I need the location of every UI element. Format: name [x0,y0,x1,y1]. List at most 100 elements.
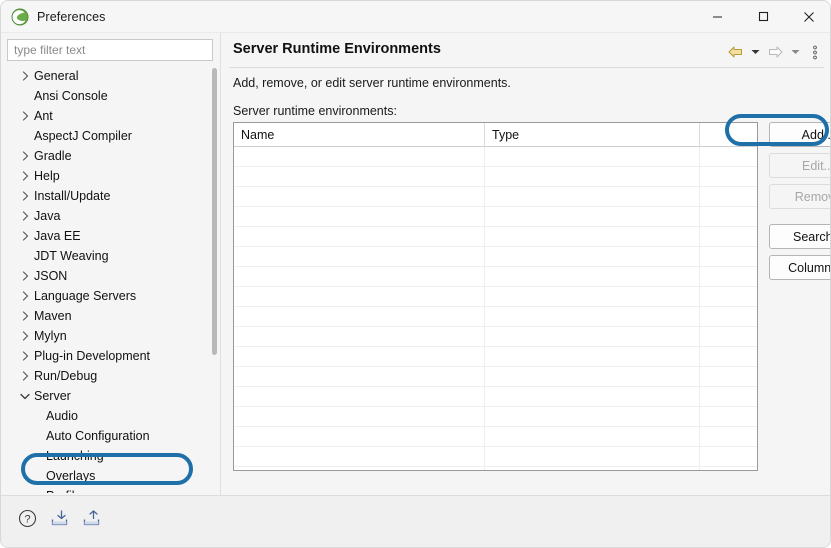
sidebar-item-java-ee[interactable]: Java EE [7,226,197,246]
window-title: Preferences [37,9,106,24]
main-panel: Server Runtime Environments Add, remove,… [221,33,830,495]
vertical-dots-icon[interactable] [804,41,826,63]
back-arrow-icon[interactable] [724,41,746,63]
columns-button[interactable]: Columns... [769,255,830,280]
svg-text:?: ? [24,513,30,525]
table-row[interactable] [234,347,757,367]
table-row[interactable] [234,387,757,407]
search-button[interactable]: Search... [769,224,830,249]
sidebar-item-general[interactable]: General [7,66,197,86]
sidebar-item-label: Launching [46,449,104,463]
table-row[interactable] [234,247,757,267]
column-header-name[interactable]: Name [234,123,484,146]
chevron-right-icon[interactable] [17,271,33,281]
remove-button: Remove [769,184,830,209]
sidebar-item-profilers[interactable]: Profilers [7,486,197,493]
table-row[interactable] [234,227,757,247]
sidebar-item-label: Ansi Console [34,89,108,103]
title-bar: Preferences [1,1,830,33]
chevron-right-icon[interactable] [17,311,33,321]
minimize-icon[interactable] [694,1,740,33]
sidebar-item-label: Plug-in Development [34,349,151,363]
table-row[interactable] [234,447,757,467]
forward-dropdown-chevron-down-icon [788,41,802,63]
sidebar-item-overlays[interactable]: Overlays [7,466,197,486]
chevron-right-icon[interactable] [17,71,33,81]
sidebar-item-label: Java EE [34,229,81,243]
sidebar-item-json[interactable]: JSON [7,266,197,286]
sidebar-item-label: Install/Update [34,189,111,203]
chevron-right-icon[interactable] [17,371,33,381]
preferences-tree[interactable]: General Ansi Console Ant AspectJ Compiler Gr… [7,66,213,493]
sidebar-item-ansi-console[interactable]: Ansi Console [7,86,197,106]
chevron-right-icon[interactable] [17,351,33,361]
sidebar-item-auto-configuration[interactable]: Auto Configuration [7,426,197,446]
chevron-down-icon[interactable] [17,393,33,400]
sidebar-item-label: Ant [34,109,53,123]
table-row[interactable] [234,207,757,227]
chevron-right-icon[interactable] [17,291,33,301]
sidebar-item-label: AspectJ Compiler [34,129,132,143]
filter-input[interactable] [7,39,213,61]
sidebar-item-label: Run/Debug [34,369,98,383]
sidebar-item-label: Gradle [34,149,72,163]
runtime-environments-table[interactable]: Name Type [233,122,758,471]
maximize-icon[interactable] [740,1,786,33]
sidebar-item-run-debug[interactable]: Run/Debug [7,366,197,386]
edit-button: Edit... [769,153,830,178]
help-question-icon[interactable]: ? [15,506,39,530]
sidebar-item-install-update[interactable]: Install/Update [7,186,197,206]
export-icon[interactable] [79,506,103,530]
table-row[interactable] [234,187,757,207]
table-row[interactable] [234,147,757,167]
table-row[interactable] [234,267,757,287]
sidebar-item-launching[interactable]: Launching [7,446,197,466]
chevron-right-icon[interactable] [17,111,33,121]
page-description: Add, remove, or edit server runtime envi… [233,76,511,90]
sidebar-item-help[interactable]: Help [7,166,197,186]
sidebar-item-maven[interactable]: Maven [7,306,197,326]
sidebar-item-mylyn[interactable]: Mylyn [7,326,197,346]
sidebar-item-label: Profilers [45,489,92,493]
back-dropdown-chevron-down-icon[interactable] [748,41,762,63]
chevron-right-icon[interactable] [17,231,33,241]
chevron-right-icon[interactable] [17,151,33,161]
table-row[interactable] [234,287,757,307]
sidebar-item-plug-in-development[interactable]: Plug-in Development [7,346,197,366]
footer-bar: ? Apply and Close Cancel [1,496,830,547]
column-header-extra[interactable] [699,123,757,146]
sidebar-item-ant[interactable]: Ant [7,106,197,126]
tree-scrollbar-thumb[interactable] [212,68,217,355]
title-divider [229,67,824,68]
sidebar-item-language-servers[interactable]: Language Servers [7,286,197,306]
table-header-row: Name Type [234,123,757,147]
sidebar-item-java[interactable]: Java [7,206,197,226]
window-controls [694,1,830,33]
table-row[interactable] [234,407,757,427]
chevron-right-icon[interactable] [17,331,33,341]
sidebar-item-label: Help [34,169,60,183]
close-icon[interactable] [786,1,830,33]
column-header-type[interactable]: Type [484,123,699,146]
table-row[interactable] [234,427,757,447]
table-row[interactable] [234,167,757,187]
chevron-right-icon[interactable] [17,211,33,221]
table-row[interactable] [234,327,757,347]
sidebar-item-label: JDT Weaving [34,249,109,263]
import-icon[interactable] [47,506,71,530]
chevron-right-icon[interactable] [17,171,33,181]
sidebar-item-jdt-weaving[interactable]: JDT Weaving [7,246,197,266]
sidebar-item-gradle[interactable]: Gradle [7,146,197,166]
table-row[interactable] [234,307,757,327]
sidebar-item-audio[interactable]: Audio [7,406,197,426]
add-button[interactable]: Add... [769,122,830,147]
eclipse-logo-icon [11,8,29,25]
table-row[interactable] [234,367,757,387]
sidebar-item-label: Audio [46,409,78,423]
sidebar-item-label: Language Servers [34,289,137,303]
sidebar-item-label: Mylyn [34,329,67,343]
sidebar-item-label: General [34,69,79,83]
sidebar-item-aspectj-compiler[interactable]: AspectJ Compiler [7,126,197,146]
chevron-right-icon[interactable] [17,191,33,201]
sidebar-item-server[interactable]: Server [7,386,197,406]
